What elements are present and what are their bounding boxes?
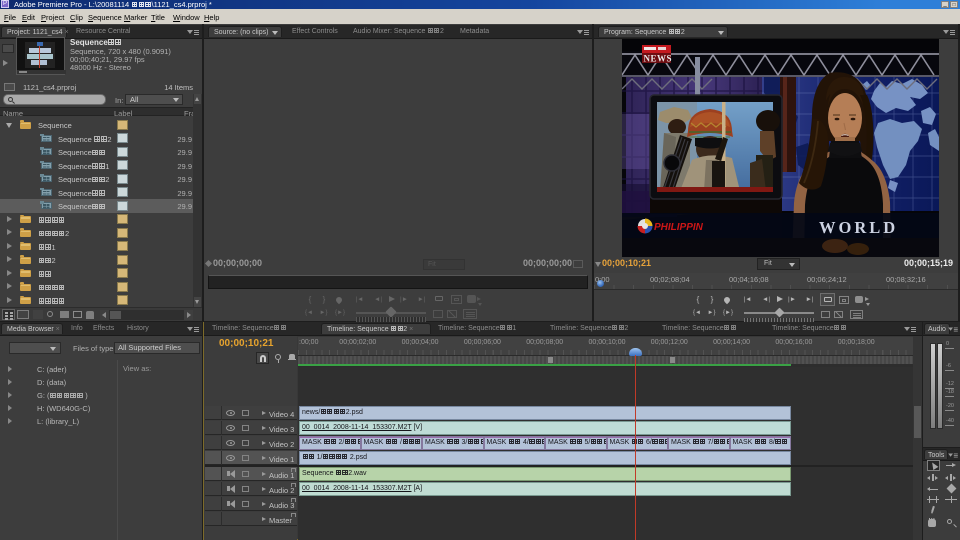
svg-text:NEWS: NEWS xyxy=(644,54,673,64)
svg-text:PHILIPPIN: PHILIPPIN xyxy=(654,222,704,233)
svg-text:WORLD: WORLD xyxy=(819,218,898,237)
